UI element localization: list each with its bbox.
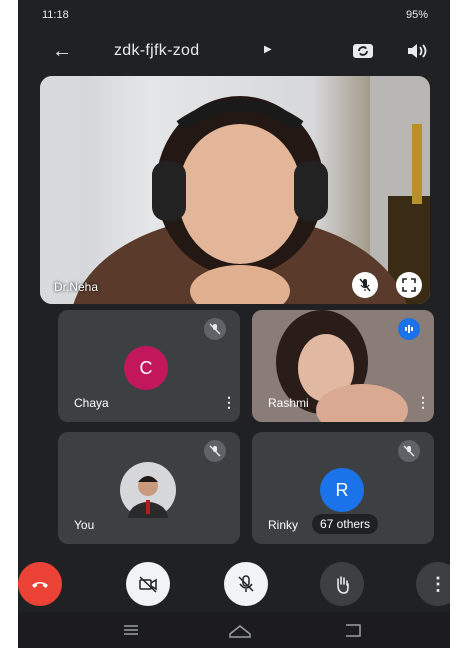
mic-off-icon [359, 278, 371, 292]
mic-off-icon [204, 440, 226, 462]
status-time: 11:18 [42, 9, 69, 21]
main-participant-name: Dr.Neha [54, 280, 99, 294]
participant-tile-rashmi[interactable]: Rashmi ⋮ [252, 310, 434, 422]
participant-tile-chaya[interactable]: C Chaya ⋮ [58, 310, 240, 422]
fullscreen-icon [402, 278, 416, 292]
participant-name: Chaya [74, 396, 109, 410]
raise-hand-icon [337, 576, 349, 594]
avatar-initial: C [139, 357, 153, 378]
avatar-you [120, 462, 176, 518]
others-count-badge[interactable]: 67 others [312, 514, 379, 534]
speaker-icon[interactable] [404, 38, 430, 64]
switch-camera-icon[interactable] [350, 38, 376, 64]
mic-off-icon [398, 440, 420, 462]
mic-toggle-button[interactable] [224, 562, 268, 606]
avatar-initial: R [335, 479, 349, 500]
mic-off-icon [204, 318, 226, 340]
back-icon[interactable] [346, 624, 361, 637]
raise-hand-button[interactable] [320, 562, 364, 606]
status-bar: 11:18 95% [18, 0, 450, 30]
participant-tile-you[interactable]: You [58, 432, 240, 544]
meeting-code[interactable]: zdk-fjfk-zod [114, 42, 199, 60]
end-call-icon [32, 582, 48, 588]
participant-name: Rashmi [268, 396, 309, 410]
more-vert-icon[interactable]: ⋮ [222, 394, 236, 411]
meeting-header: ← zdk-fjfk-zod ▶ [18, 30, 450, 74]
call-controls: ⋮ [18, 556, 450, 612]
camera-toggle-button[interactable] [126, 562, 170, 606]
status-battery: 95% [405, 9, 428, 21]
more-vert-icon: ⋮ [429, 573, 447, 594]
main-video-tile[interactable]: Dr.Neha [40, 76, 430, 304]
mic-off-icon [238, 575, 254, 592]
system-nav-icons [124, 624, 361, 638]
camera-off-icon [139, 576, 157, 593]
audio-wave-icon [398, 318, 420, 340]
phone-screen: 11:18 95% ← zdk-fjfk-zod ▶ Dr.Neha C Cha… [18, 0, 450, 648]
more-options-button[interactable]: ⋮ [416, 562, 450, 606]
recents-icon[interactable] [124, 625, 138, 635]
avatar-rinky: R [320, 468, 364, 512]
home-icon[interactable] [229, 625, 251, 638]
participant-tile-rinky[interactable]: R Rinky 67 others [252, 432, 434, 544]
main-video-feed [40, 76, 430, 304]
back-arrow-icon[interactable]: ← [52, 40, 72, 63]
participant-name: You [74, 518, 95, 532]
avatar-chaya: C [124, 346, 168, 390]
fullscreen-button[interactable] [396, 272, 422, 298]
caret-right-icon[interactable]: ▶ [264, 44, 272, 55]
end-call-button[interactable] [18, 562, 62, 606]
system-nav-bar [18, 612, 450, 648]
participant-name: Rinky [268, 518, 299, 532]
mute-participant-button[interactable] [352, 272, 378, 298]
more-vert-icon[interactable]: ⋮ [416, 394, 430, 411]
